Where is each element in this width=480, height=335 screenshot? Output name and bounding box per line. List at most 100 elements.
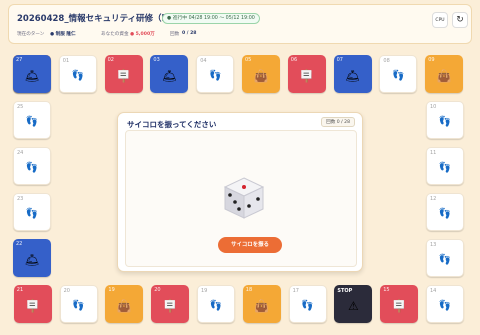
tile-number: 06	[290, 57, 298, 63]
tile-number: 04	[200, 58, 207, 64]
tile-icon: 👣	[438, 300, 452, 312]
tile-number: 20	[154, 287, 161, 293]
tile-icon: 🪧	[162, 299, 178, 314]
board-tile: 08 👣	[379, 55, 418, 93]
board-tile: 15 🪧	[380, 285, 419, 323]
modal-turn-counter: 回数 0 / 28	[321, 117, 355, 127]
tile-number: 15	[383, 287, 390, 293]
tile-number: 02	[107, 57, 114, 63]
tile-number: 21	[16, 287, 24, 293]
header: 20260428_情報セキュリティ研修（l… ● 進行中 04/28 19:00…	[8, 4, 472, 44]
board-tile: 24 👣	[13, 147, 51, 185]
board-tile: 11 👣	[426, 147, 464, 185]
refresh-icon[interactable]: ↻	[452, 12, 468, 28]
tile-number: 11	[430, 150, 437, 156]
tile-number: 07	[336, 57, 343, 63]
turn-count-label: 回数	[170, 32, 180, 37]
board-tile: 02 🪧	[104, 55, 143, 93]
board-tile: 27 🛎	[13, 55, 51, 93]
tile-number: 23	[17, 196, 24, 202]
tile-number: 05	[245, 57, 252, 63]
tile-icon: 🪧	[391, 299, 407, 314]
board-tile: 25 👣	[13, 101, 51, 139]
tile-icon: 🛎	[344, 69, 361, 84]
tile-number: 24	[17, 150, 24, 156]
dice-icon[interactable]	[221, 175, 267, 221]
board-tile: 13 👣	[426, 239, 464, 277]
tile-icon: 👣	[71, 70, 85, 82]
turn-count-value: 0 / 28	[182, 31, 197, 36]
tile-icon: 👣	[25, 162, 39, 174]
tile-number: 03	[153, 57, 160, 63]
tile-number: 18	[245, 287, 253, 293]
tile-icon: 🪧	[116, 69, 132, 84]
tile-number: 13	[430, 242, 437, 248]
board-tile: 19 👜	[105, 285, 144, 323]
board-tile: 04 👣	[196, 55, 235, 93]
tile-icon: 🪧	[25, 299, 41, 314]
roll-dice-button[interactable]: サイコロを振る	[218, 237, 282, 253]
board-tile: 03 🛎	[150, 55, 189, 93]
tile-icon: 👣	[25, 208, 39, 220]
current-turn-label: 現在のターン	[17, 32, 45, 37]
status-badge: ● 進行中 04/28 19:00 〜 05/12 19:00	[162, 13, 260, 24]
tile-icon: 👜	[436, 69, 452, 84]
board-tile: 06 🪧	[287, 55, 326, 93]
tile-icon: ⚠	[348, 299, 359, 314]
board-tile: 10 👣	[426, 101, 464, 139]
board-tile: 18 👜	[242, 285, 281, 323]
cpu-button[interactable]: CPU	[432, 12, 448, 28]
tile-icon: 👣	[25, 116, 39, 128]
tile-icon: 👣	[392, 70, 405, 82]
budget-value: ● 5,000万	[130, 32, 155, 37]
tile-icon: 👣	[438, 208, 452, 220]
board-tile: STOP ⚠	[334, 285, 373, 323]
board-tile: 14 👣	[426, 285, 464, 323]
tile-icon: 🛎	[24, 253, 40, 268]
tile-number: 01	[62, 58, 70, 64]
board-tile: 01 👣	[58, 55, 97, 93]
tile-number: 08	[383, 58, 390, 64]
tile-number: STOP	[337, 288, 353, 294]
board-tile: 17 👣	[288, 285, 327, 323]
tile-number: 25	[17, 104, 24, 110]
tile-icon: 👜	[116, 299, 132, 314]
board-tile: 20 👣	[59, 285, 98, 323]
tile-number: 27	[16, 57, 23, 63]
tile-number: 14	[430, 288, 437, 294]
board-tile: 21 🪧	[13, 285, 52, 323]
page-title: 20260428_情報セキュリティ研修（l…	[17, 14, 173, 24]
tile-icon: 🪧	[299, 69, 315, 84]
tile-icon: 👣	[301, 300, 314, 312]
tile-number: 22	[16, 241, 23, 247]
tile-number: 12	[430, 196, 437, 202]
board-tile: 07 🛎	[333, 55, 372, 93]
tile-number: 20	[63, 288, 70, 294]
tile-icon: 👣	[209, 300, 223, 312]
tile-icon: 👜	[253, 69, 269, 84]
board-tile: 20 🪧	[151, 285, 190, 323]
budget-label: あなたの資金	[101, 32, 129, 37]
tile-icon: 👣	[208, 70, 222, 82]
dice-modal: サイコロを振ってください 回数 0 / 28 サイコロを振る	[117, 112, 363, 272]
current-turn-user: ● 制服 隆仁	[50, 32, 76, 37]
tile-number: 19	[108, 287, 115, 293]
tile-icon: 👣	[438, 254, 452, 266]
tile-number: 10	[430, 104, 437, 110]
board-tile: 19 👣	[197, 285, 235, 323]
tile-icon: 👣	[438, 116, 452, 128]
tile-number: 17	[292, 288, 299, 294]
board-tile: 09 👜	[425, 55, 464, 93]
modal-title: サイコロを振ってください	[127, 120, 217, 129]
tile-icon: 👣	[72, 300, 85, 312]
board-tile: 23 👣	[13, 193, 51, 231]
tile-icon: 🛎	[24, 69, 40, 84]
tile-number: 19	[201, 288, 208, 294]
tile-icon: 👣	[438, 162, 452, 174]
board-tile: 05 👜	[242, 55, 280, 93]
board-tile: 22 🛎	[13, 239, 51, 277]
board-tile: 12 👣	[426, 193, 464, 231]
dice-area: サイコロを振る	[125, 130, 357, 267]
tile-number: 09	[428, 57, 435, 63]
tile-icon: 🛎	[161, 69, 178, 84]
